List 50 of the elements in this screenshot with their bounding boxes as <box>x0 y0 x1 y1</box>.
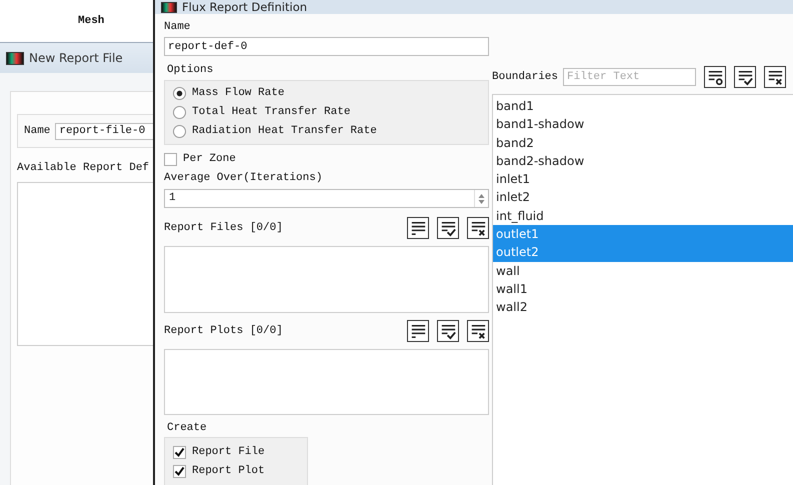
name-field[interactable]: report-def-0 <box>164 37 489 56</box>
checkbox-label: Report File <box>192 446 265 458</box>
lines-x-button[interactable] <box>467 217 489 239</box>
section-label: Report Plots [0/0] <box>164 324 284 338</box>
tab-label[interactable]: Mesh <box>78 15 104 27</box>
boundary-item[interactable]: int_fluid <box>493 206 793 226</box>
checkbox-label: Report Plot <box>192 465 265 477</box>
lines-check-button[interactable] <box>734 66 756 88</box>
lines-x-button[interactable] <box>764 66 786 88</box>
section-label: Available Report Def <box>17 162 150 174</box>
option-label: Total Heat Transfer Rate <box>192 106 350 118</box>
boundary-item[interactable]: band1-shadow <box>493 115 793 134</box>
section-label: Create <box>166 421 208 435</box>
checkbox-label: Per Zone <box>183 153 236 165</box>
lines-button[interactable] <box>407 217 429 239</box>
option-label: Radiation Heat Transfer Rate <box>192 125 377 137</box>
boundary-item[interactable]: inlet1 <box>493 170 793 188</box>
lines-check-button[interactable] <box>437 320 459 342</box>
lines-circle-button[interactable] <box>704 66 726 88</box>
boundary-item[interactable]: inlet2 <box>493 188 793 207</box>
checkbox[interactable] <box>173 446 186 458</box>
boundary-item[interactable]: wall1 <box>493 280 793 298</box>
spin-arrows-icon <box>478 192 485 204</box>
app-icon <box>6 52 24 64</box>
field-label: Average Over(Iterations) <box>164 171 324 185</box>
lines-x-button[interactable] <box>467 320 489 342</box>
filter-field[interactable]: Filter Text <box>563 68 696 86</box>
section-label: Options <box>166 63 214 77</box>
checkbox[interactable] <box>173 464 186 478</box>
window-title: Flux Report Definition <box>182 0 308 14</box>
field-label: Name <box>164 20 192 34</box>
spin-field[interactable]: 1 <box>164 189 489 208</box>
boundary-item[interactable]: wall <box>493 262 793 280</box>
window-title: New Report File <box>29 51 123 65</box>
lines-button[interactable] <box>407 320 429 342</box>
app-icon <box>161 2 177 12</box>
section-label: Boundaries <box>492 71 558 83</box>
field-label: Name <box>24 125 50 137</box>
boundary-item[interactable]: band2-shadow <box>493 152 793 170</box>
section-label: Report Files [0/0] <box>164 221 284 235</box>
radio-button[interactable] <box>173 124 186 138</box>
checkbox[interactable] <box>164 152 177 166</box>
radio-button[interactable] <box>173 106 186 118</box>
name-field[interactable]: report-file-0 <box>55 122 156 140</box>
option-label: Mass Flow Rate <box>192 87 284 99</box>
boundary-item[interactable]: band1 <box>493 97 793 116</box>
boundary-item[interactable]: band2 <box>493 134 793 152</box>
lines-check-button[interactable] <box>437 217 459 239</box>
radio-button[interactable] <box>173 86 186 100</box>
boundary-item[interactable]: wall2 <box>493 298 793 317</box>
